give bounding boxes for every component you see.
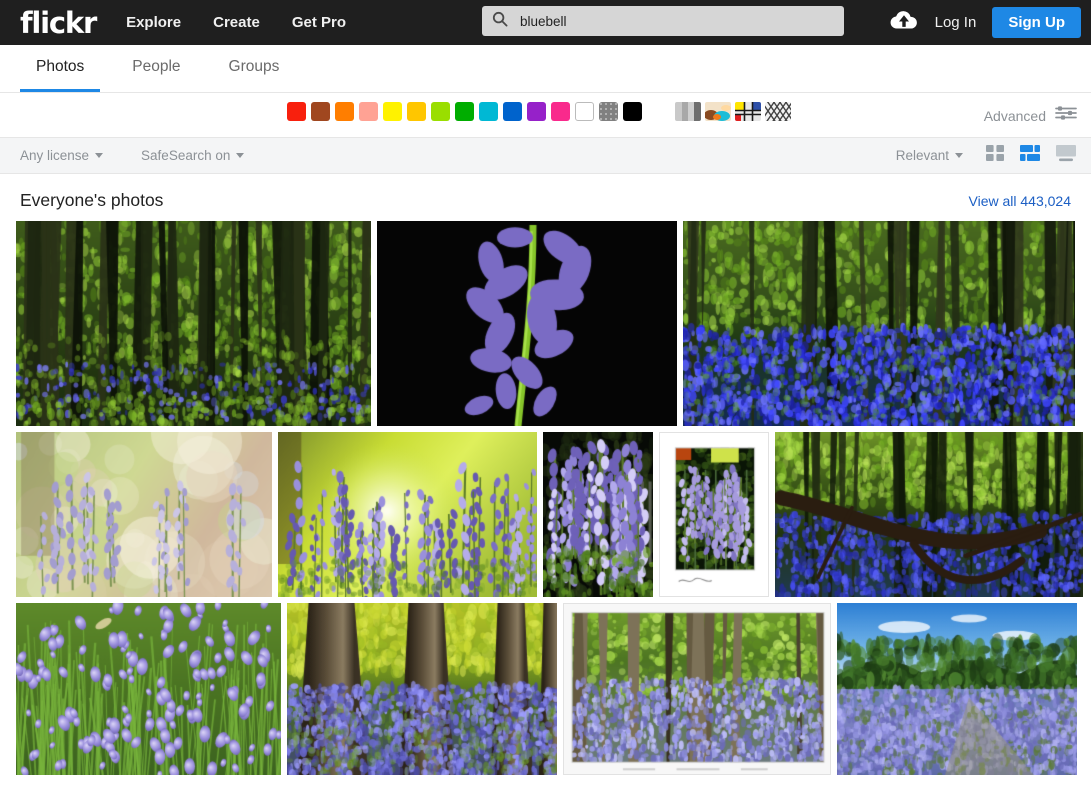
photo-thumbnail <box>660 433 769 597</box>
color-swatch-cyan[interactable] <box>479 102 498 121</box>
nav-create[interactable]: Create <box>213 14 260 31</box>
safesearch-dropdown[interactable]: SafeSearch on <box>141 148 244 163</box>
photo-bluebells-backlit-yellow-green[interactable] <box>278 432 537 597</box>
photo-sunlit-beech-wood-bluebells[interactable] <box>16 221 371 426</box>
color-swatch-blue[interactable] <box>503 102 522 121</box>
photo-beech-trunks-bluebells[interactable] <box>287 603 557 775</box>
photo-thumbnail <box>278 432 537 597</box>
photo-fallen-branch-bluebell-wood[interactable] <box>775 432 1083 597</box>
justified-view-icon[interactable] <box>1019 143 1041 168</box>
advanced-search-button[interactable]: Advanced <box>984 105 1077 126</box>
photo-thumbnail <box>564 604 831 775</box>
color-swatch-salmon[interactable] <box>359 102 378 121</box>
photo-thumbnail <box>377 221 677 426</box>
nav-explore[interactable]: Explore <box>126 14 181 31</box>
chevron-down-icon <box>955 153 963 158</box>
tab-groups[interactable]: Groups <box>213 58 296 92</box>
site-header: flickr Explore Create Get Pro Log In Sig… <box>0 0 1091 45</box>
photo-thumbnail <box>837 603 1077 775</box>
color-swatch-green[interactable] <box>455 102 474 121</box>
search-tabs: Photos People Groups <box>0 45 1091 93</box>
photo-thumbnail <box>287 603 557 775</box>
results-header: Everyone's photos View all 443,024 <box>0 174 1091 221</box>
color-swatch-amber[interactable] <box>407 102 426 121</box>
view-controls: Relevant <box>896 143 1077 168</box>
photo-thumbnail <box>543 432 653 597</box>
color-filter-row: Advanced <box>0 93 1091 138</box>
photo-bluebell-field-blue-sky[interactable] <box>837 603 1077 775</box>
nav-get-pro[interactable]: Get Pro <box>292 14 346 31</box>
photo-bluebell-closeup-black-background[interactable] <box>377 221 677 426</box>
header-actions: Log In Sign Up <box>889 0 1081 45</box>
photo-row <box>16 603 1075 775</box>
color-swatch-magenta[interactable] <box>551 102 570 121</box>
tab-people[interactable]: People <box>116 58 196 92</box>
color-swatch-gray[interactable] <box>599 102 618 121</box>
color-swatch-lime[interactable] <box>431 102 450 121</box>
photo-thumbnail <box>775 432 1083 597</box>
flickr-logo[interactable]: flickr <box>20 6 96 40</box>
photo-bluebell-carpet-woodland[interactable] <box>683 221 1075 426</box>
color-swatch-purple[interactable] <box>527 102 546 121</box>
grid-view-icon[interactable] <box>985 143 1005 168</box>
photo-bokeh-bluebells-soft[interactable] <box>16 432 272 597</box>
search-icon <box>492 11 508 32</box>
style-shallow-depth-of-field-swatch[interactable] <box>705 102 731 121</box>
photo-thumbnail <box>16 432 272 597</box>
detail-view-icon[interactable] <box>1055 143 1077 168</box>
photo-framed-bluebell-woodland[interactable] <box>563 603 831 775</box>
color-swatch-orange[interactable] <box>335 102 354 121</box>
page-title: Everyone's photos <box>20 190 163 211</box>
safesearch-label: SafeSearch on <box>141 148 230 163</box>
chevron-down-icon <box>95 153 103 158</box>
color-swatch-red[interactable] <box>287 102 306 121</box>
search-container <box>482 6 844 36</box>
advanced-label: Advanced <box>984 108 1046 124</box>
color-swatch-list <box>287 102 642 121</box>
sort-label: Relevant <box>896 148 949 163</box>
view-mode-group <box>985 143 1077 168</box>
photo-row <box>16 221 1075 426</box>
search-box[interactable] <box>482 6 844 36</box>
photo-bluebell-cluster-dark[interactable] <box>543 432 653 597</box>
color-swatch-brown[interactable] <box>311 102 330 121</box>
signup-button[interactable]: Sign Up <box>992 7 1081 38</box>
view-all-link[interactable]: View all 443,024 <box>969 193 1071 209</box>
photo-thumbnail <box>16 603 281 775</box>
style-pattern-swatch[interactable] <box>735 102 761 121</box>
chevron-down-icon <box>236 153 244 158</box>
sliders-icon <box>1055 105 1077 126</box>
photo-row <box>16 432 1075 597</box>
photo-framed-bluebell-print[interactable] <box>659 432 769 597</box>
photo-bluebell-meadow-macro[interactable] <box>16 603 281 775</box>
photo-grid <box>0 221 1091 775</box>
color-swatch-black[interactable] <box>623 102 642 121</box>
style-black-and-white-swatch[interactable] <box>675 102 701 121</box>
license-filter-dropdown[interactable]: Any license <box>20 148 103 163</box>
photo-thumbnail <box>683 221 1075 426</box>
license-filter-label: Any license <box>20 148 89 163</box>
search-input[interactable] <box>520 14 810 29</box>
style-minimalist-swatch[interactable] <box>765 102 791 121</box>
primary-nav: Explore Create Get Pro <box>126 14 346 31</box>
cloud-upload-icon[interactable] <box>889 9 919 36</box>
style-filter-list <box>675 102 791 121</box>
sort-dropdown[interactable]: Relevant <box>896 148 963 163</box>
login-link[interactable]: Log In <box>935 14 977 31</box>
tab-photos[interactable]: Photos <box>20 58 100 92</box>
color-swatch-white[interactable] <box>575 102 594 121</box>
photo-thumbnail <box>16 221 371 426</box>
search-options-bar: Any license SafeSearch on Relevant <box>0 138 1091 174</box>
color-swatch-yellow[interactable] <box>383 102 402 121</box>
